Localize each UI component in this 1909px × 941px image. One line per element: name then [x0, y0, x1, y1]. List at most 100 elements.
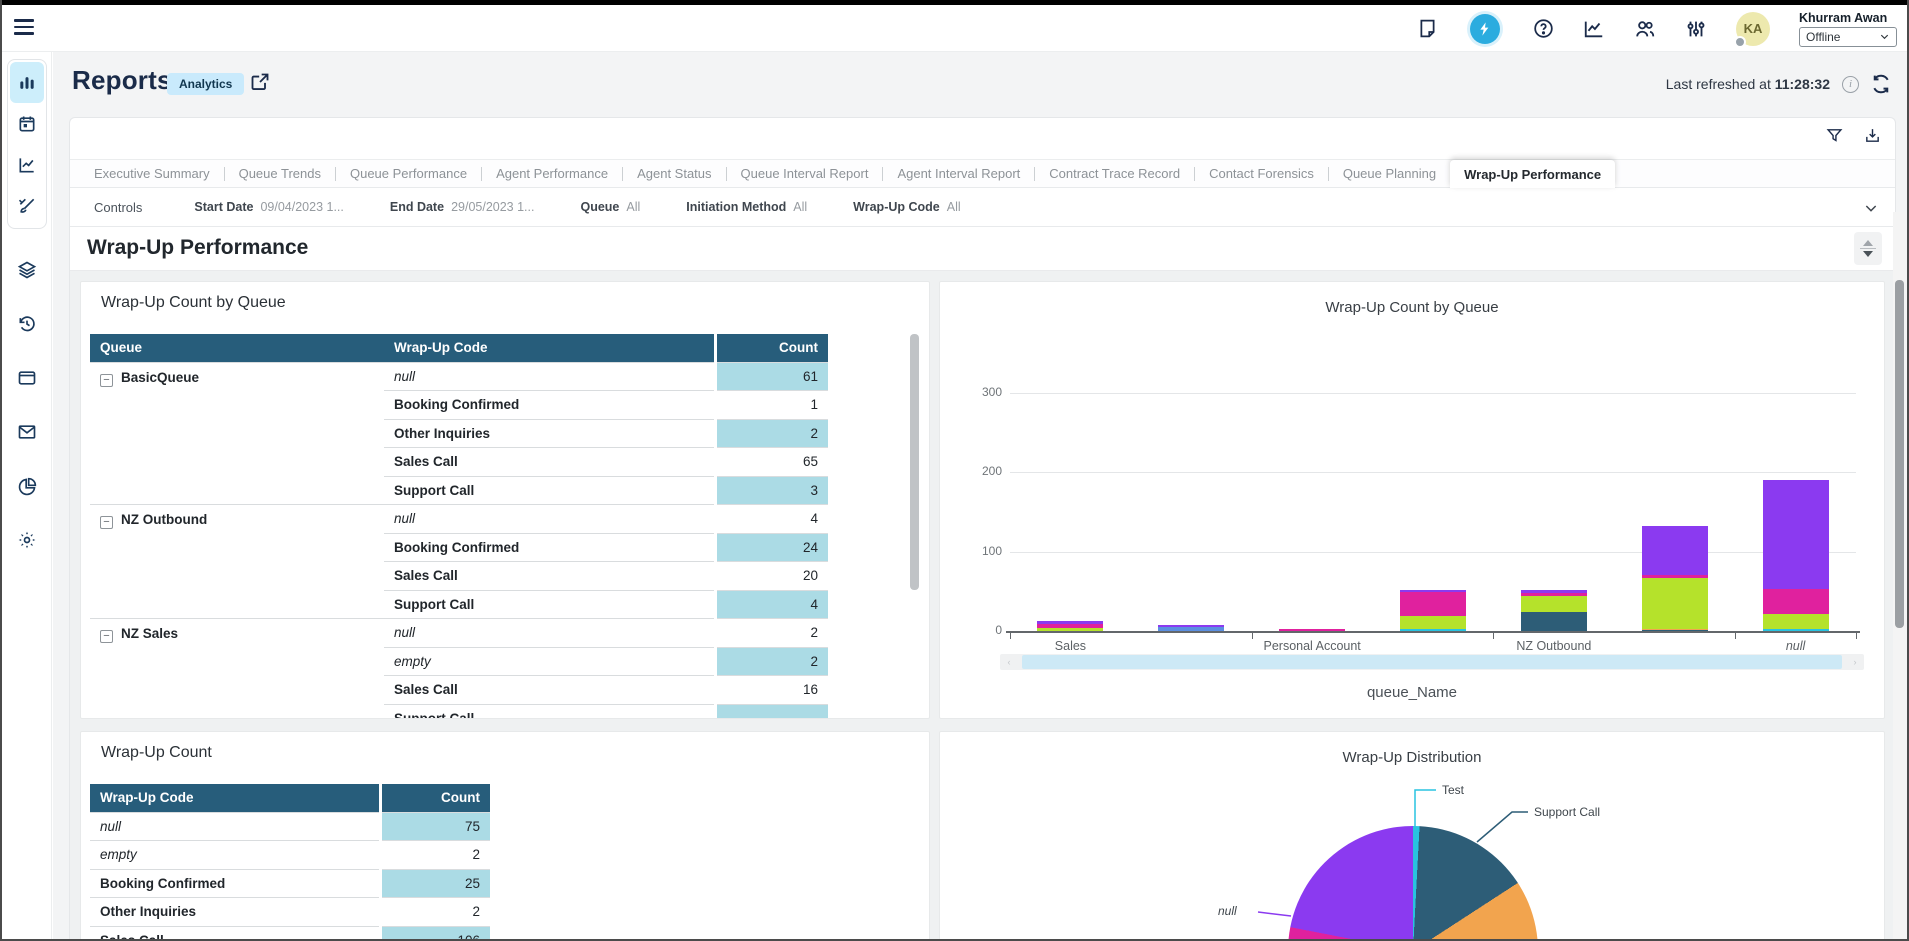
chart-horizontal-scrollbar[interactable]: ‹ ›: [1000, 654, 1864, 670]
sidebar-item-schedule[interactable]: [10, 103, 44, 144]
control-start-date[interactable]: Start Date09/04/2023 1...: [194, 200, 343, 214]
sheet-scroll-spinner[interactable]: [1854, 232, 1882, 265]
collapse-group-icon[interactable]: −: [100, 374, 113, 387]
stacked-bar[interactable]: [1158, 625, 1224, 631]
wrapup-code-cell[interactable]: Booking Confirmed: [384, 391, 715, 420]
queue-group-label[interactable]: NZ Outbound: [121, 512, 207, 527]
tab-queue-trends[interactable]: Queue Trends: [225, 160, 335, 187]
bar-segment-null[interactable]: [1763, 480, 1829, 589]
bar-segment-sales-call[interactable]: [1763, 614, 1829, 630]
wrapup-code-cell[interactable]: Sales Call: [384, 676, 715, 705]
count-cell[interactable]: 25: [380, 869, 490, 898]
collapse-group-icon[interactable]: −: [100, 630, 113, 643]
bar-segment-sales-call[interactable]: [1521, 596, 1587, 612]
dashboard-vertical-scrollbar[interactable]: [1893, 212, 1906, 939]
count-cell[interactable]: 75: [380, 812, 490, 841]
info-icon[interactable]: i: [1842, 76, 1859, 93]
wrapup-code-cell[interactable]: null: [384, 619, 715, 648]
wrapup-code-cell[interactable]: Other Inquiries: [384, 419, 715, 448]
refresh-icon[interactable]: [1871, 74, 1891, 94]
stacked-bar[interactable]: [1521, 590, 1587, 631]
wrapup-code-cell[interactable]: null: [90, 812, 380, 841]
wrapup-code-cell[interactable]: null: [384, 362, 715, 391]
count-cell[interactable]: 2: [380, 841, 490, 870]
control-wrap-up-code[interactable]: Wrap-Up CodeAll: [853, 200, 960, 214]
count-cell[interactable]: 2: [715, 419, 828, 448]
scrollbar-thumb[interactable]: [1895, 280, 1904, 628]
sidebar-item-history[interactable]: [17, 314, 37, 334]
sidebar-item-reports[interactable]: [10, 62, 44, 103]
stacked-bar[interactable]: [1037, 621, 1103, 631]
wrapup-code-cell[interactable]: empty: [90, 841, 380, 870]
count-cell[interactable]: [715, 704, 828, 719]
bar-segment-empty[interactable]: [1400, 629, 1466, 631]
sidebar-item-analytics-pie[interactable]: [17, 477, 37, 497]
queue-cell[interactable]: −BasicQueue: [90, 362, 384, 505]
count-cell[interactable]: 2: [380, 898, 490, 927]
tab-agent-performance[interactable]: Agent Performance: [482, 160, 622, 187]
controls-expand-chevron-icon[interactable]: [1863, 200, 1879, 216]
wrapup-code-cell[interactable]: Booking Confirmed: [90, 869, 380, 898]
queue-group-label[interactable]: BasicQueue: [121, 370, 199, 385]
wrapup-code-cell[interactable]: Booking Confirmed: [384, 533, 715, 562]
open-external-icon[interactable]: [250, 72, 270, 92]
settings-sliders-icon[interactable]: [1685, 18, 1707, 40]
bar-chart-plot-area[interactable]: 0100200300SalesPersonal AccountNZ Outbou…: [1010, 322, 1856, 632]
wrapup-code-cell[interactable]: empty: [384, 647, 715, 676]
tab-contact-forensics[interactable]: Contact Forensics: [1195, 160, 1328, 187]
scroll-right-arrow-icon[interactable]: ›: [1850, 657, 1860, 667]
table-vertical-scrollbar[interactable]: [910, 334, 919, 712]
hamburger-menu-icon[interactable]: [14, 19, 34, 35]
bar-segment-null[interactable]: [1642, 526, 1708, 574]
wrapup-code-cell[interactable]: Sales Call: [384, 562, 715, 591]
count-cell[interactable]: 3: [715, 476, 828, 505]
scrollbar-thumb[interactable]: [1022, 655, 1842, 669]
stacked-bar[interactable]: [1642, 526, 1708, 631]
column-header[interactable]: Count: [715, 334, 828, 362]
wrapup-code-cell[interactable]: Other Inquiries: [90, 898, 380, 927]
sidebar-item-settings[interactable]: [17, 530, 37, 550]
bar-segment-support-call[interactable]: [1400, 592, 1466, 616]
tab-queue-planning[interactable]: Queue Planning: [1329, 160, 1450, 187]
control-queue[interactable]: QueueAll: [580, 200, 640, 214]
agent-status-select[interactable]: Offline: [1799, 27, 1897, 47]
column-header[interactable]: Count: [380, 784, 490, 812]
column-header[interactable]: Wrap-Up Code: [90, 784, 380, 812]
collapse-group-icon[interactable]: −: [100, 516, 113, 529]
queue-cell[interactable]: −NZ Outbound: [90, 505, 384, 619]
column-header[interactable]: Queue: [90, 334, 384, 362]
tab-executive-summary[interactable]: Executive Summary: [80, 160, 224, 187]
column-header[interactable]: Wrap-Up Code: [384, 334, 715, 362]
sidebar-item-layers[interactable]: [17, 260, 37, 280]
wrapup-code-cell[interactable]: Sales Call: [384, 448, 715, 477]
task-note-icon[interactable]: [1416, 18, 1438, 40]
count-cell[interactable]: 4: [715, 590, 828, 619]
tab-queue-interval-report[interactable]: Queue Interval Report: [727, 160, 883, 187]
wrapup-code-cell[interactable]: null: [384, 505, 715, 534]
bar-segment-test[interactable]: [1158, 627, 1224, 631]
avatar[interactable]: KA: [1736, 12, 1770, 46]
control-end-date[interactable]: End Date29/05/2023 1...: [390, 200, 535, 214]
stacked-bar[interactable]: [1279, 629, 1345, 631]
metrics-icon[interactable]: [1583, 18, 1605, 40]
scroll-left-arrow-icon[interactable]: ‹: [1004, 657, 1014, 667]
bar-segment-support-call[interactable]: [1763, 589, 1829, 614]
count-cell[interactable]: 4: [715, 505, 828, 534]
count-cell[interactable]: 1: [715, 391, 828, 420]
count-cell[interactable]: 2: [715, 619, 828, 648]
sidebar-item-email[interactable]: [17, 422, 37, 442]
scrollbar-thumb[interactable]: [910, 334, 919, 590]
wrapup-code-cell[interactable]: Sales Call: [90, 926, 380, 939]
control-initiation-method[interactable]: Initiation MethodAll: [686, 200, 807, 214]
users-icon[interactable]: [1634, 18, 1656, 40]
wrapup-code-cell[interactable]: Support Call: [384, 476, 715, 505]
count-cell[interactable]: 24: [715, 533, 828, 562]
queue-cell[interactable]: −NZ Sales: [90, 619, 384, 720]
pie-chart[interactable]: [1288, 826, 1538, 939]
bar-segment-booking-confirmed[interactable]: [1642, 630, 1708, 631]
stacked-bar[interactable]: [1763, 480, 1829, 631]
sidebar-item-customize[interactable]: [10, 185, 44, 226]
bar-segment-empty[interactable]: [1763, 629, 1829, 631]
wrapup-code-cell[interactable]: Support Call: [384, 590, 715, 619]
count-cell[interactable]: 2: [715, 647, 828, 676]
